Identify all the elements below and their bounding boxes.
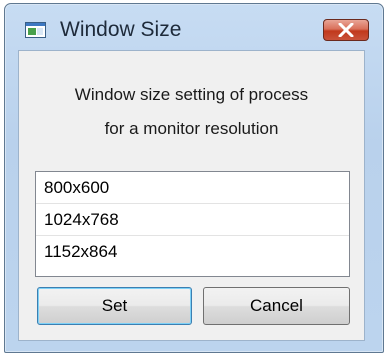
dialog-body: Window size setting of process for a mon… [18,50,365,341]
set-button[interactable]: Set [37,287,192,325]
app-window-icon [25,22,46,38]
window-size-dialog: Window Size Window size setting of proce… [4,3,384,353]
cancel-button[interactable]: Cancel [203,287,350,325]
title-bar[interactable]: Window Size [5,4,383,50]
description-text: Window size setting of process for a mon… [19,78,364,146]
close-icon [338,23,354,37]
description-line-2: for a monitor resolution [104,119,279,138]
resolution-list[interactable]: 800x600 1024x768 1152x864 [35,171,350,277]
list-item[interactable]: 1024x768 [36,204,349,236]
list-item[interactable]: 1152x864 [36,236,349,267]
window-title: Window Size [60,18,182,41]
list-item[interactable]: 800x600 [36,172,349,204]
close-button[interactable] [323,19,369,41]
description-line-1: Window size setting of process [74,85,309,104]
